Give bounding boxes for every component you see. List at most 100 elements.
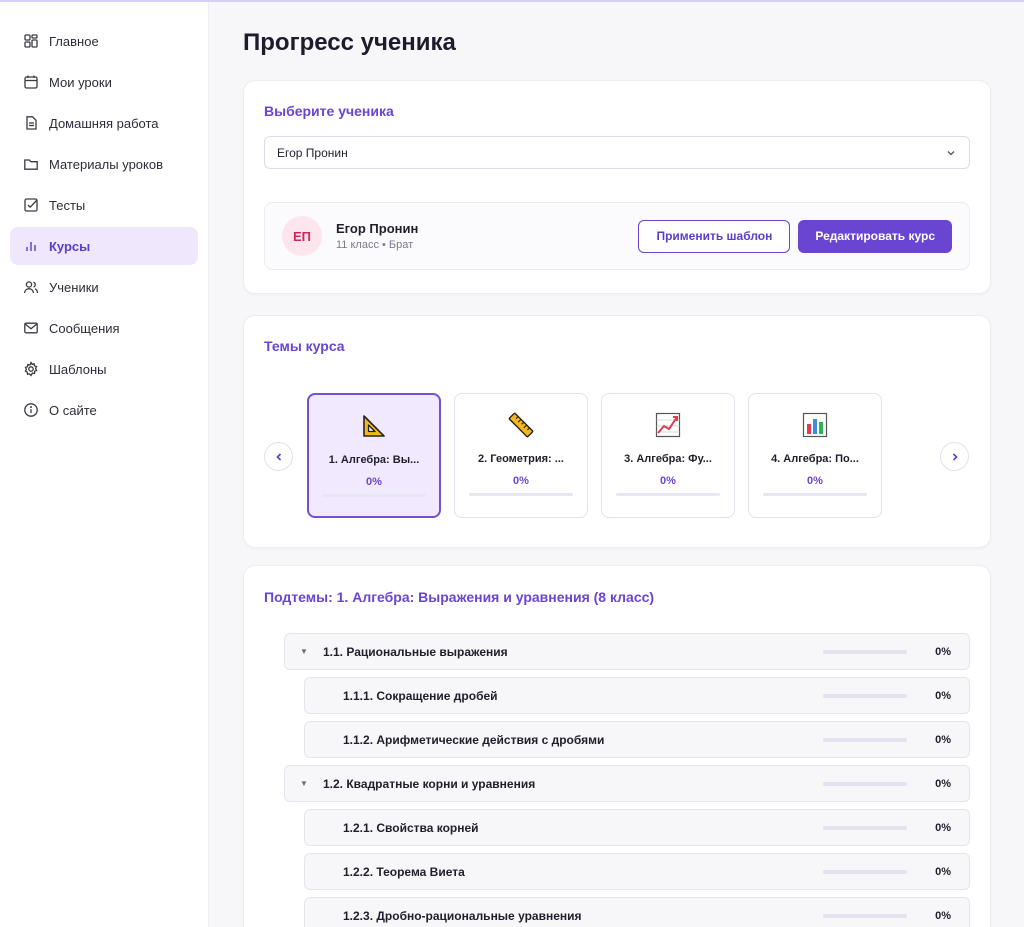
topic-card-3[interactable]: 3. Алгебра: Фу... 0%	[601, 393, 735, 518]
triangle-ruler-icon	[363, 415, 385, 437]
topic-progress-bar	[469, 493, 573, 496]
subtopic-row[interactable]: 1.2.3. Дробно-рациональные уравнения 0%	[304, 897, 970, 927]
topic-card-1[interactable]: 1. Алгебра: Вы... 0%	[307, 393, 441, 518]
topic-progress-bar	[322, 494, 426, 497]
folder-icon	[23, 156, 39, 172]
student-select-card: Выберите ученика Егор Пронин ЕП Егор Про…	[243, 80, 991, 294]
subtopics-list: ▼ 1.1. Рациональные выражения 0% 1.1.1. …	[264, 633, 970, 927]
checkbox-icon	[23, 197, 39, 213]
student-name: Егор Пронин	[336, 221, 419, 236]
subtopic-row[interactable]: 1.1.2. Арифметические действия с дробями…	[304, 721, 970, 758]
edit-course-button[interactable]: Редактировать курс	[798, 219, 952, 253]
topic-name: 3. Алгебра: Фу...	[624, 453, 712, 465]
subtopic-progress-label: 0%	[935, 821, 951, 834]
subtopic-label: 1.1.1. Сокращение дробей	[343, 688, 498, 703]
sidebar-item-label: Материалы уроков	[49, 156, 164, 172]
mail-icon	[23, 320, 39, 336]
topics-carousel: 1. Алгебра: Вы... 0% 2. Геометрия: ... 0…	[244, 393, 992, 520]
student-select-title: Выберите ученика	[264, 103, 394, 119]
chevron-left-icon	[275, 452, 281, 461]
subtopic-row[interactable]: 1.1.1. Сокращение дробей 0%	[304, 677, 970, 714]
course-topics-title: Темы курса	[264, 338, 345, 354]
topic-progress-label: 0%	[807, 475, 823, 487]
topic-progress-label: 0%	[366, 476, 382, 488]
info-icon	[23, 402, 39, 418]
caret-down-icon[interactable]: ▼	[285, 647, 323, 656]
topic-progress-bar	[763, 493, 867, 496]
subtopic-progress-bar	[823, 913, 907, 918]
sidebar-item-label: Шаблоны	[49, 361, 107, 377]
subtopics-card: Подтемы: 1. Алгебра: Выражения и уравнен…	[243, 565, 991, 927]
caret-down-icon[interactable]: ▼	[285, 779, 323, 788]
topic-name: 4. Алгебра: По...	[771, 453, 859, 465]
calendar-icon	[23, 74, 39, 90]
subtopic-progress-bar	[823, 693, 907, 698]
topic-name: 1. Алгебра: Вы...	[328, 454, 420, 466]
topic-card-4[interactable]: 4. Алгебра: По... 0%	[748, 393, 882, 518]
topic-name: 2. Геометрия: ...	[478, 453, 564, 465]
student-summary: ЕП Егор Пронин 11 класс • Брат Применить…	[264, 202, 970, 270]
page-title: Прогресс ученика	[243, 29, 456, 56]
topic-progress-label: 0%	[513, 475, 529, 487]
subtopic-label: 1.2.1. Свойства корней	[343, 820, 479, 835]
sidebar-item-materials[interactable]: Материалы уроков	[10, 145, 198, 183]
sidebar-item-my-lessons[interactable]: Мои уроки	[10, 63, 198, 101]
line-chart-icon	[655, 412, 681, 438]
users-icon	[23, 279, 39, 295]
sidebar-item-students[interactable]: Ученики	[10, 268, 198, 306]
sidebar-item-label: Мои уроки	[49, 74, 112, 90]
sidebar-item-about[interactable]: О сайте	[10, 391, 198, 429]
subtopic-label: 1.1.2. Арифметические действия с дробями	[343, 732, 605, 747]
subtopic-progress-bar	[823, 649, 907, 654]
subtopic-row[interactable]: 1.2.1. Свойства корней 0%	[304, 809, 970, 846]
subtopic-row[interactable]: ▼ 1.1. Рациональные выражения 0%	[284, 633, 970, 670]
topic-progress-bar	[616, 493, 720, 496]
document-icon	[23, 115, 39, 131]
sidebar-item-homework[interactable]: Домашняя работа	[10, 104, 198, 142]
sidebar-item-tests[interactable]: Тесты	[10, 186, 198, 224]
student-select-dropdown[interactable]: Егор Пронин	[264, 136, 970, 169]
carousel-next-button[interactable]	[940, 442, 969, 471]
sidebar-item-templates[interactable]: Шаблоны	[10, 350, 198, 388]
student-meta: 11 класс • Брат	[336, 239, 414, 251]
course-topics-card: Темы курса 1. Алгебра: Вы... 0% 2. Геоме…	[243, 315, 991, 548]
subtopic-progress-label: 0%	[935, 909, 951, 922]
apply-template-button[interactable]: Применить шаблон	[638, 219, 791, 253]
subtopic-progress-label: 0%	[935, 777, 951, 790]
subtopic-progress-bar	[823, 869, 907, 874]
sidebar-item-label: Домашняя работа	[49, 115, 159, 131]
subtopic-row[interactable]: 1.2.2. Теорема Виета 0%	[304, 853, 970, 890]
sidebar-item-label: Тесты	[49, 197, 86, 213]
student-select-value: Егор Пронин	[277, 145, 348, 160]
gear-icon	[23, 361, 39, 377]
dashboard-icon	[23, 33, 39, 49]
subtopic-progress-label: 0%	[935, 645, 951, 658]
subtopic-row[interactable]: ▼ 1.2. Квадратные корни и уравнения 0%	[284, 765, 970, 802]
sidebar-item-label: Главное	[49, 33, 99, 49]
student-info: Егор Пронин 11 класс • Брат	[336, 221, 638, 251]
subtopic-progress-bar	[823, 737, 907, 742]
avatar: ЕП	[282, 216, 322, 256]
topic-card-2[interactable]: 2. Геометрия: ... 0%	[454, 393, 588, 518]
subtopic-label: 1.1. Рациональные выражения	[323, 644, 508, 659]
chevron-down-icon	[947, 150, 955, 155]
main-content: Прогресс ученика Выберите ученика Егор П…	[243, 2, 991, 927]
subtopic-progress-bar	[823, 825, 907, 830]
chevron-right-icon	[952, 452, 958, 461]
sidebar-item-courses[interactable]: Курсы	[10, 227, 198, 265]
sidebar: Главное Мои уроки Домашняя работа Матери…	[0, 2, 209, 927]
bar-chart-emoji-icon	[802, 412, 828, 438]
topic-progress-label: 0%	[660, 475, 676, 487]
subtopic-label: 1.2.3. Дробно-рациональные уравнения	[343, 908, 582, 923]
sidebar-item-messages[interactable]: Сообщения	[10, 309, 198, 347]
subtopic-progress-bar	[823, 781, 907, 786]
subtopic-progress-label: 0%	[935, 689, 951, 702]
carousel-prev-button[interactable]	[264, 442, 293, 471]
bar-chart-icon	[23, 238, 39, 254]
subtopic-label: 1.2.2. Теорема Виета	[343, 864, 465, 879]
sidebar-item-label: Сообщения	[49, 320, 120, 336]
subtopic-progress-label: 0%	[935, 865, 951, 878]
sidebar-item-home[interactable]: Главное	[10, 22, 198, 60]
sidebar-item-label: Ученики	[49, 279, 99, 295]
subtopic-progress-label: 0%	[935, 733, 951, 746]
